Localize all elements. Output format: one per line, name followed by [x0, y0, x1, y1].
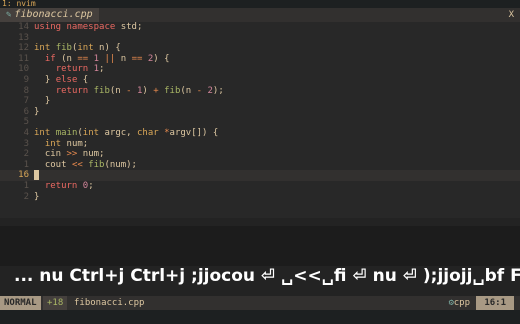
- line-number: 12: [18, 43, 29, 54]
- code-line: 1 return 0;: [0, 181, 520, 192]
- keystroke-overlay-text: ... nu Ctrl+j Ctrl+j ;jjocou ⏎ ␣<<␣fi ⏎ …: [14, 266, 520, 286]
- code-area[interactable]: 14 using namespace std; 13 12 int fib(int …: [0, 22, 520, 202]
- line-number: 7: [23, 96, 29, 107]
- cursor-line[interactable]: 16: [0, 170, 520, 181]
- terminal-title: 1: nvim: [0, 0, 520, 8]
- code-line: 9 } else {: [0, 75, 520, 86]
- mode-indicator: NORMAL: [0, 296, 41, 310]
- code-line: 2 cin >> num;: [0, 149, 520, 160]
- line-number: 9: [23, 74, 29, 85]
- editor-window[interactable]: ✎ fibonacci.cpp X 14 using namespace std;…: [0, 8, 520, 218]
- tabline: ✎ fibonacci.cpp X: [0, 8, 520, 22]
- code-line: 5: [0, 117, 520, 128]
- code-line: 4 int main(int argc, char *argv[]) {: [0, 128, 520, 139]
- code-line: 8 return fib(n - 1) + fib(n - 2);: [0, 86, 520, 97]
- line-number: 3: [23, 138, 29, 149]
- text-cursor: [34, 170, 39, 181]
- filetype: cpp: [453, 298, 470, 308]
- line-number: 16: [18, 170, 29, 181]
- code-text: return 1;: [55, 64, 105, 75]
- line-number: 2: [23, 191, 29, 202]
- code-text: int num;: [44, 138, 89, 149]
- code-line: 7 }: [0, 96, 520, 107]
- line-number: 1: [23, 180, 29, 191]
- file-icon: ✎: [6, 10, 12, 20]
- line-number: 11: [18, 53, 29, 64]
- line-number: 2: [23, 149, 29, 160]
- code-text: cin >> num;: [34, 149, 105, 160]
- code-text: using namespace std;: [34, 22, 143, 32]
- status-file-name: fibonacci.cpp: [74, 298, 145, 308]
- line-number: 10: [18, 64, 29, 75]
- code-text: cout << fib(num);: [34, 159, 137, 170]
- statusline: NORMAL +18 fibonacci.cpp ⚙ cpp 16:1: [0, 296, 520, 310]
- code-text: return 0;: [44, 180, 94, 191]
- code-line: 2}: [0, 192, 520, 203]
- code-line: 11 if (n == 1 || n == 2) {: [0, 54, 520, 65]
- code-line: 3 int num;: [0, 139, 520, 150]
- cursor-position: 16:1: [476, 296, 514, 310]
- line-number: 1: [23, 159, 29, 170]
- code-line: 12 int fib(int n) {: [0, 43, 520, 54]
- line-number: 8: [23, 85, 29, 96]
- code-line: 10 return 1;: [0, 64, 520, 75]
- line-number: 14: [18, 22, 29, 32]
- code-line: 14 using namespace std;: [0, 22, 520, 33]
- line-number: 6: [23, 106, 29, 117]
- command-line[interactable]: [0, 310, 520, 324]
- close-icon[interactable]: X: [509, 8, 514, 22]
- code-text: }: [34, 96, 51, 107]
- line-number: 13: [18, 32, 29, 43]
- code-line: 6}: [0, 107, 520, 118]
- code-text: [34, 170, 39, 181]
- line-number: 4: [23, 127, 29, 138]
- code-line: 13: [0, 33, 520, 44]
- diff-added-count: +18: [43, 296, 68, 310]
- code-text: }: [34, 106, 40, 117]
- code-text: return fib(n - 1) + fib(n - 2);: [55, 85, 224, 96]
- code-text: if (n == 1 || n == 2) {: [44, 53, 170, 64]
- buffer-tab[interactable]: ✎ fibonacci.cpp: [0, 8, 99, 22]
- code-text: int main(int argc, char *argv[]) {: [34, 127, 219, 138]
- code-text: } else {: [34, 74, 89, 85]
- code-line: 1 cout << fib(num);: [0, 160, 520, 171]
- tab-file-name: fibonacci.cpp: [14, 9, 93, 20]
- code-text: int fib(int n) {: [34, 43, 121, 54]
- line-number: 5: [23, 117, 29, 128]
- code-text: }: [34, 191, 40, 202]
